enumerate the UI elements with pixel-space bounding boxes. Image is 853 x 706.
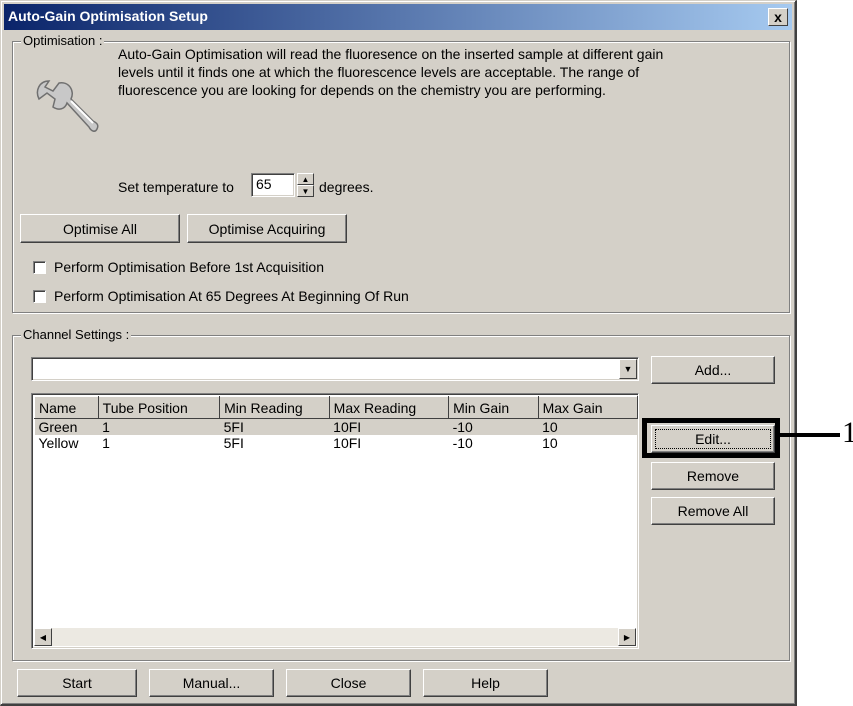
help-label: Help — [471, 675, 500, 691]
column-header-min-reading[interactable]: Min Reading — [219, 396, 330, 419]
optimise-at65-label: Perform Optimisation At 65 Degrees At Be… — [54, 288, 409, 304]
column-header-max-reading[interactable]: Max Reading — [328, 396, 450, 419]
start-button[interactable]: Start — [17, 669, 137, 697]
temperature-value: 65 — [256, 176, 272, 192]
channel-dropdown[interactable]: ▼ — [31, 357, 639, 381]
remove-all-label: Remove All — [677, 503, 749, 519]
title-bar[interactable]: Auto-Gain Optimisation Setup x — [4, 4, 792, 30]
remove-all-button[interactable]: Remove All — [651, 497, 775, 525]
start-label: Start — [62, 675, 92, 691]
chevron-down-icon[interactable]: ▼ — [619, 359, 637, 379]
cell-min-gain: -10 — [448, 418, 539, 435]
temperature-suffix: degrees. — [319, 179, 374, 195]
optimisation-description: Auto-Gain Optimisation will read the flu… — [118, 46, 664, 98]
close-window-button[interactable]: x — [768, 8, 788, 26]
cell-min-reading: 5FI — [223, 435, 244, 451]
remove-button[interactable]: Remove — [651, 462, 775, 490]
temperature-down-button[interactable]: ▼ — [297, 185, 314, 197]
cell-min-gain: -10 — [452, 435, 473, 451]
manual-button[interactable]: Manual... — [149, 669, 274, 697]
cell-max-gain: 10 — [538, 418, 638, 435]
close-label: Close — [330, 675, 367, 691]
optimise-acquiring-button[interactable]: Optimise Acquiring — [187, 214, 347, 243]
callout-number: 1 — [842, 416, 853, 449]
callout-line — [776, 433, 840, 437]
cell-tube-position: 1 — [102, 435, 110, 451]
column-header-tube-position[interactable]: Tube Position — [97, 396, 221, 419]
remove-label: Remove — [686, 468, 740, 484]
cell-max-gain: 10 — [542, 435, 558, 451]
scroll-right-button[interactable]: ▶ — [618, 628, 636, 646]
window-title: Auto-Gain Optimisation Setup — [8, 8, 208, 24]
cell-name: Green — [34, 418, 99, 435]
auto-gain-dialog: Auto-Gain Optimisation Setup x Optimisat… — [0, 0, 797, 706]
channel-settings-group-label: Channel Settings : — [21, 327, 132, 342]
optimise-before-label: Perform Optimisation Before 1st Acquisit… — [54, 259, 325, 275]
cell-tube-position: 1 — [98, 418, 220, 435]
column-header-min-gain[interactable]: Min Gain — [448, 396, 539, 419]
optimise-before-checkbox-row[interactable]: Perform Optimisation Before 1st Acquisit… — [33, 259, 324, 275]
column-header-max-gain[interactable]: Max Gain — [537, 396, 638, 419]
temperature-prefix: Set temperature to — [118, 179, 234, 195]
close-button[interactable]: Close — [286, 669, 411, 697]
scroll-left-button[interactable]: ◀ — [34, 628, 52, 646]
edit-highlight-box — [642, 418, 780, 458]
temperature-input[interactable]: 65 — [251, 173, 295, 197]
optimise-at65-checkbox-row[interactable]: Perform Optimisation At 65 Degrees At Be… — [33, 288, 409, 304]
cell-min-reading: 5FI — [219, 418, 330, 435]
cell-name: Yellow — [38, 435, 79, 451]
optimise-at65-checkbox[interactable] — [33, 289, 46, 303]
horizontal-scrollbar[interactable]: ◀ ▶ — [34, 628, 636, 646]
cell-max-reading: 10FI — [329, 418, 449, 435]
cell-max-reading: 10FI — [333, 435, 362, 451]
optimise-all-label: Optimise All — [63, 220, 137, 237]
channel-table: Name Tube Position Min Reading Max Readi… — [34, 396, 638, 451]
optimise-before-checkbox[interactable] — [33, 260, 46, 274]
add-label: Add... — [694, 362, 732, 378]
temperature-up-button[interactable]: ▲ — [297, 173, 314, 185]
manual-label: Manual... — [182, 675, 241, 691]
channel-list[interactable]: Name Tube Position Min Reading Max Readi… — [31, 393, 639, 649]
column-header-name[interactable]: Name — [34, 396, 99, 419]
table-row[interactable]: Yellow 1 5FI 10FI -10 10 — [35, 435, 638, 451]
wrench-icon — [36, 80, 99, 132]
optimise-acquiring-label: Optimise Acquiring — [208, 220, 326, 237]
table-row[interactable]: Green 1 5FI 10FI -10 10 — [34, 418, 638, 435]
help-button[interactable]: Help — [423, 669, 548, 697]
channel-table-header: Name Tube Position Min Reading Max Readi… — [34, 396, 638, 419]
optimise-all-button[interactable]: Optimise All — [20, 214, 180, 243]
add-button[interactable]: Add... — [651, 356, 775, 384]
optimisation-group-label: Optimisation : — [21, 33, 105, 48]
